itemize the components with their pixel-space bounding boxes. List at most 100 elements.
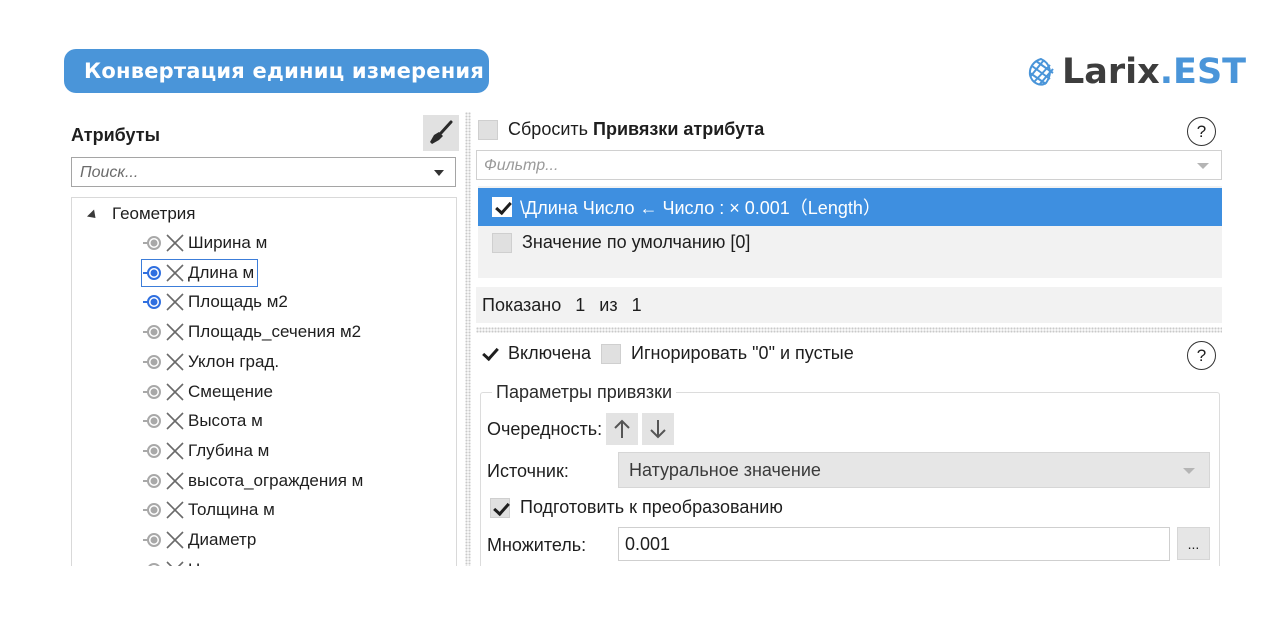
source-select[interactable]: Натуральное значение [618,452,1210,488]
link-target-icon[interactable] [142,559,164,566]
chevron-down-icon[interactable] [1183,468,1195,474]
tree-item-label: Площадь_сечения м2 [188,322,362,342]
unlink-x-icon[interactable] [164,529,186,551]
tree-item[interactable]: Площадь м2 [142,289,291,315]
brush-icon [430,120,453,144]
link-target-icon[interactable] [142,321,164,343]
arrow-up-icon [614,419,630,438]
tree-item[interactable]: Ширина м [142,230,270,256]
logo-text-larix: Larix [1062,52,1160,92]
tree-item[interactable]: Длина м [140,258,259,287]
help-icon[interactable]: ? [1187,341,1216,370]
link-target-icon[interactable] [142,440,164,462]
horizontal-splitter[interactable] [476,327,1222,333]
multiplier-value: 0.001 [625,533,671,554]
brush-button[interactable] [423,115,459,151]
shown-total: 1 [631,294,642,315]
tree-item-label: Высота м [188,411,263,431]
default-checkbox[interactable] [492,232,512,253]
enabled-checkbox[interactable] [480,344,500,364]
tree-item[interactable]: высота_ограждения м [142,468,366,494]
tree-item-label: Длина м [188,262,255,282]
tree-item-label: высота_ограждения м [188,470,364,490]
tree-item-label: Уклон град. [188,351,280,371]
shown-count-bar: Показано 1 из 1 [476,287,1222,323]
tree-item[interactable]: Уклон град. [142,349,282,375]
tree-item-label: Диаметр [188,530,257,549]
unlink-x-icon[interactable] [164,470,186,492]
link-target-icon[interactable] [142,291,164,313]
shown-of: из [599,294,618,315]
move-down-button[interactable] [642,413,675,445]
binding-checkbox[interactable] [492,197,512,217]
unlink-x-icon[interactable] [164,262,186,284]
tree-group-label: Геометрия [112,204,196,223]
binding-row-selected[interactable]: \Длина Число ← Число : × 0.001（Length） [478,188,1222,226]
filter-input[interactable]: Фильтр... [476,150,1222,180]
tree-item[interactable]: Толщина м [142,497,278,523]
help-icon[interactable]: ? [1187,117,1216,146]
unlink-x-icon[interactable] [164,440,186,462]
ignore-checkbox[interactable] [601,343,622,364]
link-target-icon[interactable] [142,232,164,254]
ellipsis-button[interactable]: ... [1177,527,1210,560]
arrow-down-icon [650,420,666,439]
link-target-icon[interactable] [142,529,164,551]
tree-item[interactable]: Диаметр [142,527,259,553]
larix-logo: Larix .EST [1026,50,1246,94]
search-input[interactable]: Поиск... [71,157,456,187]
reset-checkbox[interactable] [478,119,498,140]
unlink-x-icon[interactable] [164,351,186,373]
logo-text-est: .EST [1159,52,1247,92]
prepare-checkbox[interactable] [490,497,510,518]
enabled-label: Включена [508,343,592,363]
ignore-label: Игнорировать "0" и пустые [631,343,854,363]
filter-placeholder: Фильтр... [484,157,559,174]
tree-group-geometry[interactable]: Геометрия [86,204,196,224]
attributes-tree: Геометрия Ширина м Длина м Площадь м2 Площа… [71,197,457,566]
tree-item[interactable]: Глубина м [142,438,272,464]
attributes-title: Атрибуты [71,125,160,145]
unlink-x-icon[interactable] [164,410,186,432]
binding-row-default[interactable]: Значение по умолчанию [0] [492,232,750,253]
link-target-icon[interactable] [142,470,164,492]
move-up-button[interactable] [606,413,639,445]
source-value: Натуральное значение [629,459,821,480]
tree-item[interactable]: Непрямая_высота м [142,557,353,566]
link-target-icon[interactable] [142,499,164,521]
chevron-down-icon[interactable] [434,170,444,176]
shown-label: Показано [482,294,562,315]
banner-title: Конвертация единиц измерения [84,59,485,83]
shown-count: 1 [575,294,586,315]
reset-bindings-row: Сбросить Привязки атрибута [478,119,764,140]
params-title: Параметры привязки [492,382,677,403]
link-target-icon[interactable] [142,410,164,432]
link-target-icon[interactable] [142,351,164,373]
unlink-x-icon[interactable] [164,559,186,566]
unlink-x-icon[interactable] [164,499,186,521]
unlink-x-icon[interactable] [164,232,186,254]
source-label: Источник: [487,461,569,481]
chevron-down-icon[interactable] [1197,163,1209,169]
prepare-row: Подготовить к преобразованию [490,497,783,518]
reset-label: Сбросить [508,119,589,139]
multiplier-input[interactable]: 0.001 [618,527,1170,561]
expand-triangle-icon[interactable] [86,208,100,222]
tree-item-label: Смещение [188,381,274,401]
tree-item[interactable]: Площадь_сечения м2 [142,319,364,345]
tree-item-label: Ширина м [188,233,268,252]
unlink-x-icon[interactable] [164,321,186,343]
bindings-title: Привязки атрибута [593,119,765,139]
unlink-x-icon[interactable] [164,291,186,313]
tree-item-label: Толщина м [188,500,275,520]
tree-item[interactable]: Высота м [142,408,266,434]
bindings-list: \Длина Число ← Число : × 0.001（Length） З… [478,186,1222,278]
enable-row: Включена Игнорировать "0" и пустые [480,343,854,364]
unlink-x-icon[interactable] [164,381,186,403]
vertical-splitter[interactable] [465,112,471,566]
tree-item[interactable]: Смещение [142,379,276,405]
binding-row-label: \Длина Число ← Число : × 0.001（Length） [520,198,881,218]
link-target-icon[interactable] [142,381,164,403]
link-target-icon[interactable] [142,262,164,284]
tree-item-label: Непрямая_высота м [188,560,350,566]
